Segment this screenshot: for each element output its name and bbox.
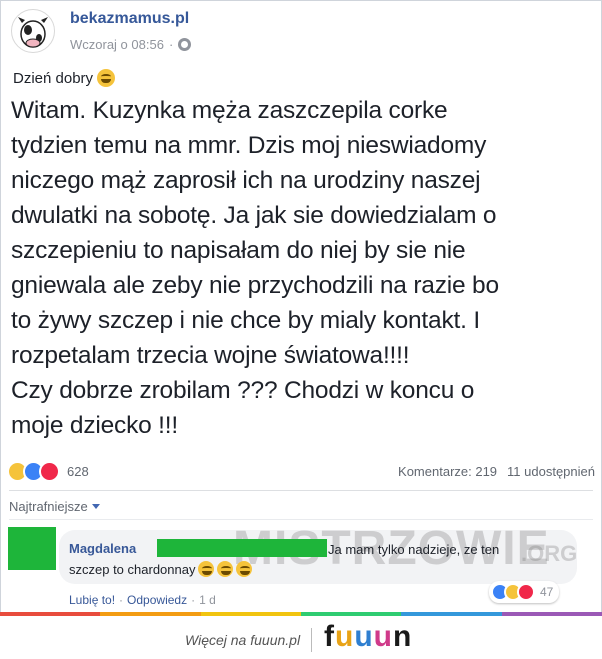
post-body-line: Witam. Kuzynka męża zaszczepila corke [11, 97, 448, 124]
author-surname-redacted [157, 539, 327, 557]
comment-text-line: szczep to chardonnay [69, 561, 253, 577]
post-body-line: niczego mąż zaprosił ich na urodziny nas… [11, 167, 481, 194]
post-body-line: to żywy szczep i nie chce by mialy konta… [11, 307, 480, 334]
cow-logo-icon [18, 17, 48, 48]
comment-time[interactable]: 1 d [199, 593, 216, 607]
page-name-link[interactable]: bekazmamus.pl [70, 10, 189, 28]
page-avatar[interactable] [11, 9, 55, 53]
post-card: bekazmamus.pl Wczoraj o 08:56 · Dzień do… [0, 0, 602, 613]
haha-emoji-icon [97, 69, 116, 87]
shares-count-link[interactable]: 11 udostępnień [507, 464, 595, 479]
footer-more-link[interactable]: Więcej na fuuun.pl [185, 632, 300, 648]
comment-text: szczep to chardonnay [69, 561, 196, 577]
love-reaction-icon [39, 461, 60, 482]
dot-separator: · [191, 593, 196, 607]
reaction-count[interactable]: 628 [67, 464, 89, 479]
comment-sort-dropdown[interactable]: Najtrafniejsze [9, 499, 100, 514]
logo-letter: u [354, 620, 374, 653]
caret-down-icon [91, 504, 100, 509]
greeting-text: Dzień dobry [13, 69, 94, 87]
watermark-suffix: .ORG [521, 541, 578, 566]
logo-letter: u [335, 620, 355, 653]
comment-reaction-count: 47 [540, 585, 554, 599]
comment-sort-label: Najtrafniejsze [9, 499, 88, 514]
logo-letter: f [324, 620, 335, 653]
post-greeting: Dzień dobry [13, 69, 116, 87]
footer: Więcej na fuuun.pl fuuun [0, 616, 602, 659]
love-reaction-icon [517, 583, 535, 601]
commenter-avatar-redacted[interactable] [8, 527, 56, 570]
haha-emoji-icon [198, 561, 215, 577]
haha-emoji-icon [217, 561, 234, 577]
post-body-line: tydzien temu na mmr. Dzis moj nieswiadom… [11, 132, 487, 159]
post-body-line: moje dziecko !!! [11, 412, 179, 439]
post-body-line: gniewala ale zeby nie przychodzili na ra… [11, 272, 499, 299]
comment-author[interactable]: Magdalena [69, 541, 136, 556]
post-stats: Komentarze: 219 11 udostępnień [398, 464, 595, 479]
post-reactions[interactable]: 628 [7, 461, 89, 482]
haha-emoji-icon [236, 561, 253, 577]
post-timestamp[interactable]: Wczoraj o 08:56 [70, 37, 164, 52]
footer-separator [311, 628, 312, 652]
post-body-line: dwulatki na sobotę. Ja jak sie dowiedzia… [11, 202, 497, 229]
logo-letter: n [392, 620, 413, 653]
post-body-line: szczepieniu to napisałam do niej by sie … [11, 237, 466, 264]
comment-reactions[interactable]: 47 [489, 581, 560, 603]
divider [9, 519, 593, 520]
fuuun-logo[interactable]: fuuun [324, 620, 412, 654]
post-meta: Wczoraj o 08:56 · [70, 37, 192, 52]
comment-actions: Lubię to! · Odpowiedz · 1 d [69, 593, 216, 607]
dot-separator: · [168, 37, 174, 52]
logo-letter: u [373, 620, 393, 653]
post-body-line: Czy dobrze zrobilam ??? Chodzi w koncu o [11, 377, 475, 404]
comment-text-line: Ja mam tylko nadzieje, ze ten [328, 542, 500, 557]
dot-separator: · [119, 593, 124, 607]
comment-like-link[interactable]: Lubię to! [69, 593, 115, 607]
comments-count-link[interactable]: Komentarze: 219 [398, 464, 497, 479]
post-body: Witam. Kuzynka męża zaszczepila corke ty… [11, 93, 591, 443]
divider [9, 490, 593, 491]
globe-icon[interactable] [178, 38, 192, 51]
post-body-line: rozpetalam trzecia wojne światowa!!!! [11, 342, 410, 369]
comment-reply-link[interactable]: Odpowiedz [127, 593, 187, 607]
